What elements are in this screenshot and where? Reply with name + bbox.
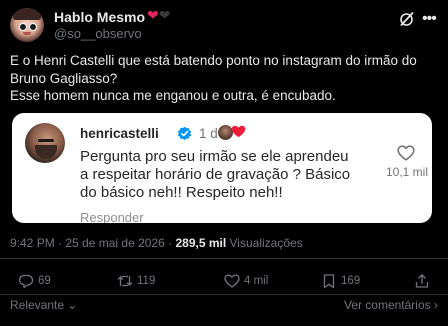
replies-bar: Relevante ⌄ Ver comentários › [10,298,438,318]
like-heart-icon [224,274,240,288]
commenter-avatar [25,123,65,163]
chevron-down-icon: ⌄ [67,298,78,312]
red-heart-icon: ❤ [147,7,159,23]
author-liked-heart-icon [231,125,246,138]
meta-separator: · [54,236,66,250]
more-icon[interactable]: ••• [422,10,438,28]
retweet-count: 119 [137,275,156,287]
name-emojis: ❤❤ [147,7,170,24]
commenter-avatar-beard [35,145,57,159]
like-count: 4 mil [244,275,269,287]
commenter-avatar-eyes [38,139,54,142]
views-count: 289,5 mil [175,236,227,250]
share-icon [415,274,429,288]
author-handle[interactable]: @so__observo [54,26,142,41]
reply-icon [18,274,34,288]
view-replies-label: Ver comentários [343,298,431,312]
avatar-eye-right [29,23,37,31]
comment-line: do básico neh!! Respeito neh!! [80,184,283,201]
divider [0,258,448,259]
author-display-name[interactable]: Hablo Mesmo [54,9,145,25]
avatar-eye-left [19,23,27,31]
reply-count: 69 [38,275,51,287]
meta-separator: · [164,236,176,250]
commenter-username: henricastelli [80,126,159,141]
avatar-hair [13,8,41,20]
view-replies-link[interactable]: Ver comentários › [344,298,438,312]
tweet-line: Esse homem nunca me enganou e outra, é e… [10,88,336,103]
comment-body: Pergunta pro seu irmão se ele aprendeu a… [80,148,410,202]
sort-dropdown[interactable]: Relevante ⌄ [10,298,77,312]
tweet-line: Bruno Gagliasso? [10,70,118,86]
comment-time: 1 d [199,126,218,141]
comment-line: Pergunta pro seu irmão se ele aprendeu [80,148,349,165]
header-actions: ••• [398,10,438,28]
avatar-mouth [23,32,31,35]
grok-icon[interactable] [398,10,416,28]
comment-line: a respeitar horário de gravação ? Básico [80,166,351,183]
tweet-line: E o Henri Castelli que está batendo pont… [10,53,417,68]
reply-link: Responder [80,210,144,223]
comment-like-count: 10,1 mil [385,165,429,179]
tweet-header: Hablo Mesmo ❤❤ @so__observo ••• [10,6,438,42]
tweet-time[interactable]: 9:42 PM [10,236,55,250]
bookmark-count: 169 [341,275,361,287]
views-label: Visualizações [229,236,303,250]
author-avatar[interactable] [10,8,44,42]
tweet-date[interactable]: 25 de mai de 2026 [65,236,164,250]
comment-like-heart-icon [397,145,415,161]
black-heart-icon: ❤ [158,7,171,23]
tweet-meta: 9:42 PM · 25 de mai de 2026 · 289,5 mil … [10,236,303,250]
chevron-right-icon: › [434,298,438,312]
retweet-icon [117,275,133,287]
sort-label: Relevante [10,298,65,312]
tweet-actions: 69 119 4 mil 169 [0,266,448,296]
embedded-instagram-comment[interactable]: henricastelli 1 d Pergunta pro seu irmão… [12,113,432,223]
bookmark-icon [323,274,335,289]
divider [0,294,448,295]
verified-badge-icon [177,126,192,141]
tweet-body: E o Henri Castelli que está batendo pont… [10,52,440,105]
